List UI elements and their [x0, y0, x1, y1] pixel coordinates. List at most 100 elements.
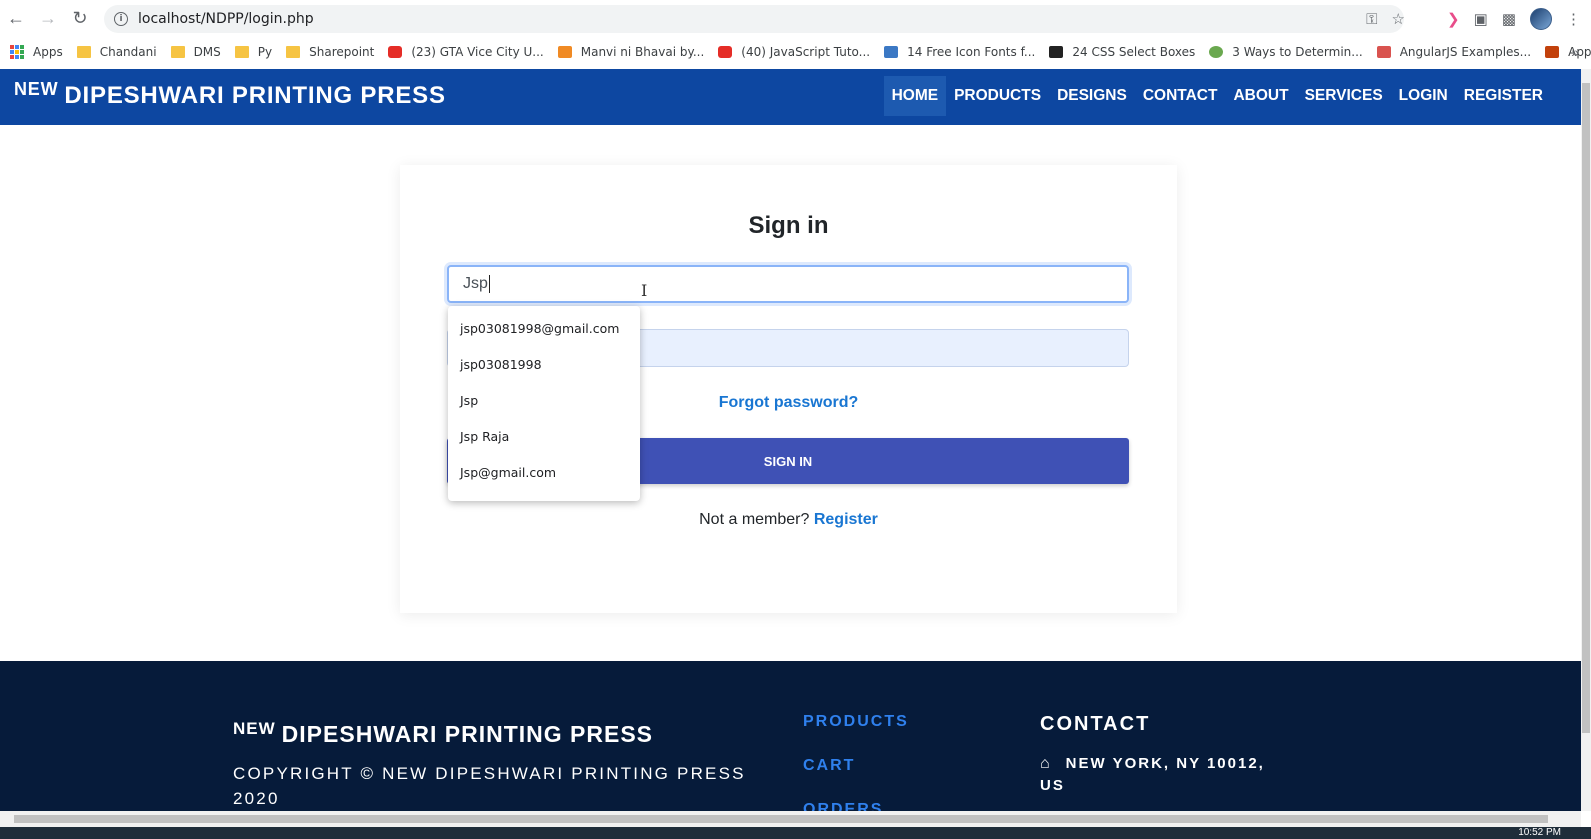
- bookmark-item[interactable]: DMS: [170, 45, 221, 59]
- member-text: Not a member?: [699, 511, 810, 528]
- bookmark-item[interactable]: 3 Ways to Determin...: [1209, 45, 1363, 59]
- nav-contact[interactable]: CONTACT: [1135, 76, 1226, 116]
- brand-name: DIPESHWARI PRINTING PRESS: [64, 82, 446, 109]
- nav-designs[interactable]: DESIGNS: [1049, 76, 1135, 116]
- nav-services[interactable]: SERVICES: [1297, 76, 1391, 116]
- autofill-dropdown: jsp03081998@gmail.com jsp03081998 Jsp Jsp R…: [448, 306, 640, 501]
- green-icon: [1209, 46, 1224, 58]
- os-taskbar: 10:52 PM: [0, 827, 1591, 839]
- key-icon[interactable]: ⚿: [1366, 11, 1377, 28]
- yt-icon: [388, 46, 403, 58]
- folder-icon: [170, 46, 185, 58]
- bookmark-label: 14 Free Icon Fonts f...: [907, 45, 1036, 59]
- forward-arrow-icon[interactable]: →: [32, 0, 64, 37]
- vertical-scrollbar[interactable]: [1581, 69, 1591, 811]
- apps-icon: [10, 45, 24, 59]
- folder-icon: [234, 46, 249, 58]
- bookmark-label: DMS: [193, 45, 221, 59]
- footer-brand-new: NEW: [233, 719, 276, 738]
- address-bar[interactable]: i localhost/NDPP/login.php: [104, 5, 1404, 33]
- bookmark-item[interactable]: (40) JavaScript Tuto...: [718, 45, 870, 59]
- camera-icon[interactable]: ▣: [1474, 10, 1488, 28]
- register-link[interactable]: Register: [814, 511, 878, 528]
- nav-about[interactable]: ABOUT: [1225, 76, 1296, 116]
- yt-icon: [718, 46, 733, 58]
- orange-icon: [557, 46, 572, 58]
- info-icon[interactable]: i: [114, 12, 128, 26]
- bookmark-item[interactable]: Py: [234, 45, 273, 59]
- text-caret: [488, 275, 490, 293]
- page-title: Sign in: [748, 212, 829, 239]
- f-icon: [1049, 46, 1064, 58]
- bookmark-item[interactable]: Apps: [10, 45, 63, 59]
- star-icon[interactable]: ☆: [1392, 10, 1405, 28]
- site-brand[interactable]: NEW DIPESHWARI PRINTING PRESS: [14, 79, 446, 110]
- bookmark-item[interactable]: Applets: [1545, 45, 1591, 59]
- bookmark-label: Chandani: [99, 45, 157, 59]
- nav-home[interactable]: HOME: [883, 76, 947, 116]
- autofill-option[interactable]: jsp03081998@gmail.com: [448, 310, 640, 346]
- bookmark-label: AngularJS Examples...: [1399, 45, 1532, 59]
- folder-icon: [286, 46, 301, 58]
- extension-arrow-icon[interactable]: ❯: [1447, 10, 1460, 28]
- taskbar-clock: 10:52 PM: [1518, 827, 1561, 838]
- menu-dots-icon[interactable]: ⋮: [1566, 10, 1581, 28]
- email-field-value: Jsp: [463, 275, 488, 292]
- bookmark-label: (23) GTA Vice City U...: [411, 45, 544, 59]
- footer-address: ⌂ NEW YORK, NY 10012, US: [1040, 753, 1280, 797]
- vertical-scrollbar-thumb[interactable]: [1582, 83, 1590, 733]
- puzzle-icon[interactable]: ▩: [1502, 10, 1516, 28]
- footer-link-orders[interactable]: ORDERS: [803, 801, 909, 811]
- email-field[interactable]: Jsp: [447, 265, 1129, 303]
- footer-brand: NEW DIPESHWARI PRINTING PRESS: [233, 719, 653, 748]
- reload-icon[interactable]: ↻: [64, 0, 96, 37]
- site-footer: NEW DIPESHWARI PRINTING PRESS COPYRIGHT ©…: [0, 661, 1581, 811]
- red-icon: [1376, 46, 1391, 58]
- folder-icon: [76, 46, 91, 58]
- ibeam-cursor-icon: I: [641, 281, 648, 300]
- bookmark-label: 24 CSS Select Boxes: [1072, 45, 1196, 59]
- bookmark-label: (40) JavaScript Tuto...: [741, 45, 871, 59]
- register-prompt: Not a member? Register: [400, 511, 1177, 529]
- autofill-option[interactable]: Jsp@gmail.com: [448, 454, 640, 490]
- nav-login[interactable]: LOGIN: [1391, 76, 1456, 116]
- footer-link-cart[interactable]: CART: [803, 757, 909, 801]
- bookmark-label: Manvi ni Bhavai by...: [580, 45, 705, 59]
- address-url[interactable]: localhost/NDPP/login.php: [138, 11, 314, 27]
- brand-new: NEW: [14, 79, 59, 99]
- browser-toolbar: ← → ↻ i localhost/NDPP/login.php ⚿ ☆ ❯ ▣…: [0, 0, 1591, 37]
- footer-address-text: NEW YORK, NY 10012, US: [1040, 755, 1265, 794]
- horizontal-scrollbar-thumb[interactable]: [14, 815, 1548, 823]
- bookmark-item[interactable]: 24 CSS Select Boxes: [1049, 45, 1195, 59]
- autofill-option[interactable]: Jsp Raja: [448, 418, 640, 454]
- bookmark-item[interactable]: (23) GTA Vice City U...: [388, 45, 544, 59]
- bookmarks-bar: Apps Chandani DMS Py Sharepoint (23) GTA Vice…: [0, 37, 1591, 67]
- bookmark-label: Apps: [33, 45, 63, 59]
- back-arrow-icon[interactable]: ←: [0, 0, 32, 37]
- bookmark-item[interactable]: AngularJS Examples...: [1376, 45, 1532, 59]
- bookmark-item[interactable]: Manvi ni Bhavai by...: [557, 45, 705, 59]
- autofill-option[interactable]: jsp03081998: [448, 346, 640, 382]
- bookmark-item[interactable]: 14 Free Icon Fonts f...: [884, 45, 1035, 59]
- home-icon: ⌂: [1040, 755, 1052, 772]
- footer-links: PRODUCTS CART ORDERS: [803, 713, 909, 811]
- autofill-option[interactable]: Jsp: [448, 382, 640, 418]
- nav-register[interactable]: REGISTER: [1456, 76, 1551, 116]
- footer-brand-name: DIPESHWARI PRINTING PRESS: [281, 721, 653, 747]
- bookmark-item[interactable]: Chandani: [76, 45, 157, 59]
- bookmark-label: Sharepoint: [309, 45, 375, 59]
- main-nav: HOME PRODUCTS DESIGNS CONTACT ABOUT SERVICES L…: [883, 76, 1551, 116]
- bookmarks-more[interactable]: »: [1571, 37, 1579, 67]
- fx-icon: [884, 46, 899, 58]
- bookmark-item[interactable]: Sharepoint: [286, 45, 374, 59]
- site-header: NEW DIPESHWARI PRINTING PRESS HOME PRODUCT…: [0, 69, 1581, 125]
- nav-products[interactable]: PRODUCTS: [946, 76, 1049, 116]
- footer-contact-heading: CONTACT: [1040, 713, 1151, 735]
- bookmark-label: 3 Ways to Determin...: [1232, 45, 1363, 59]
- profile-avatar[interactable]: [1530, 8, 1552, 30]
- footer-copyright: COPYRIGHT © NEW DIPESHWARI PRINTING PRES…: [233, 764, 746, 808]
- horizontal-scrollbar[interactable]: [0, 811, 1581, 827]
- footer-link-products[interactable]: PRODUCTS: [803, 713, 909, 757]
- bookmark-label: Py: [257, 45, 273, 59]
- h-icon: [1545, 46, 1560, 58]
